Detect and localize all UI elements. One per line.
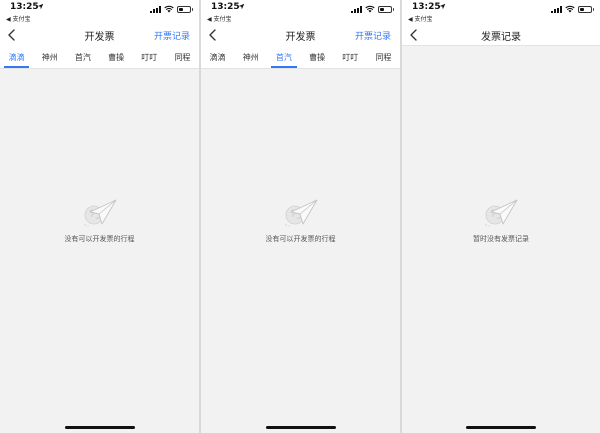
- invoice-records-link[interactable]: 开票记录: [154, 29, 190, 42]
- signal-icon: [551, 5, 562, 13]
- paper-plane-empty-icon: [284, 199, 317, 227]
- page-title: 发票记录: [481, 32, 521, 43]
- tab-caocao[interactable]: 曹操: [301, 46, 334, 68]
- home-indicator[interactable]: [265, 426, 336, 429]
- battery-icon: [177, 5, 193, 13]
- location-arrow-icon: [238, 3, 245, 10]
- tab-dingding[interactable]: 叮叮: [133, 46, 166, 68]
- status-bar: 13:25 ◀ 支付宝: [402, 0, 600, 24]
- tab-shouqi[interactable]: 首汽: [267, 46, 300, 68]
- empty-state: 暂时没有发票记录: [402, 198, 600, 244]
- phone-screen-invoice-didi: 13:25 ◀ 支付宝 开发票 开票记录 滴滴 神州 首汽 曹操 叮叮 同程 没…: [0, 0, 199, 433]
- nav-bar: 开发票 开票记录: [0, 24, 199, 46]
- nav-bar: 开发票 开票记录: [201, 24, 400, 46]
- wifi-icon: [365, 5, 375, 13]
- stage: 13:25 ◀ 支付宝 开发票 开票记录 滴滴 神州 首汽 曹操 叮叮 同程 没…: [0, 0, 600, 433]
- paper-plane-empty-icon: [485, 199, 518, 227]
- provider-tabs: 滴滴 神州 首汽 曹操 叮叮 同程: [0, 46, 199, 69]
- battery-icon: [578, 5, 594, 13]
- tab-didi[interactable]: 滴滴: [201, 46, 234, 68]
- tab-didi[interactable]: 滴滴: [0, 46, 33, 68]
- provider-tabs: 滴滴 神州 首汽 曹操 叮叮 同程: [201, 46, 400, 69]
- back-to-app-link[interactable]: ◀ 支付宝: [408, 14, 433, 23]
- phone-screen-invoice-shouqi: 13:25 ◀ 支付宝 开发票 开票记录 滴滴 神州 首汽 曹操 叮叮 同程 没…: [201, 0, 400, 433]
- empty-message: 暂时没有发票记录: [473, 235, 529, 243]
- location-arrow-icon: [37, 3, 44, 10]
- battery-icon: [378, 5, 394, 13]
- nav-bar: 发票记录: [402, 24, 600, 46]
- tab-shenzhou[interactable]: 神州: [234, 46, 267, 68]
- tab-shenzhou[interactable]: 神州: [33, 46, 66, 68]
- empty-message: 没有可以开发票的行程: [64, 235, 135, 243]
- wifi-icon: [164, 5, 174, 13]
- empty-state: 没有可以开发票的行程: [0, 198, 199, 244]
- tab-tongcheng[interactable]: 同程: [166, 46, 199, 68]
- signal-icon: [351, 5, 362, 13]
- empty-message: 没有可以开发票的行程: [265, 235, 336, 243]
- home-indicator[interactable]: [64, 426, 135, 429]
- status-time: 13:25: [412, 2, 441, 12]
- back-to-app-link[interactable]: ◀ 支付宝: [207, 14, 232, 23]
- status-time: 13:25: [211, 2, 240, 12]
- back-to-app-link[interactable]: ◀ 支付宝: [6, 14, 31, 23]
- empty-state: 没有可以开发票的行程: [201, 198, 400, 244]
- tab-dingding[interactable]: 叮叮: [334, 46, 367, 68]
- signal-icon: [150, 5, 161, 13]
- wifi-icon: [565, 5, 575, 13]
- phone-screen-invoice-records: 13:25 ◀ 支付宝 发票记录 暂时没有发票记录: [402, 0, 600, 433]
- status-time: 13:25: [10, 2, 39, 12]
- paper-plane-empty-icon: [83, 199, 116, 227]
- status-bar: 13:25 ◀ 支付宝: [201, 0, 400, 24]
- location-arrow-icon: [439, 3, 446, 10]
- status-icons: [150, 5, 193, 13]
- status-icons: [351, 5, 394, 13]
- tab-shouqi[interactable]: 首汽: [66, 46, 99, 68]
- status-bar: 13:25 ◀ 支付宝: [0, 0, 199, 24]
- status-icons: [551, 5, 594, 13]
- home-indicator[interactable]: [466, 426, 536, 429]
- tab-caocao[interactable]: 曹操: [100, 46, 133, 68]
- tab-tongcheng[interactable]: 同程: [367, 46, 400, 68]
- invoice-records-link[interactable]: 开票记录: [355, 29, 391, 42]
